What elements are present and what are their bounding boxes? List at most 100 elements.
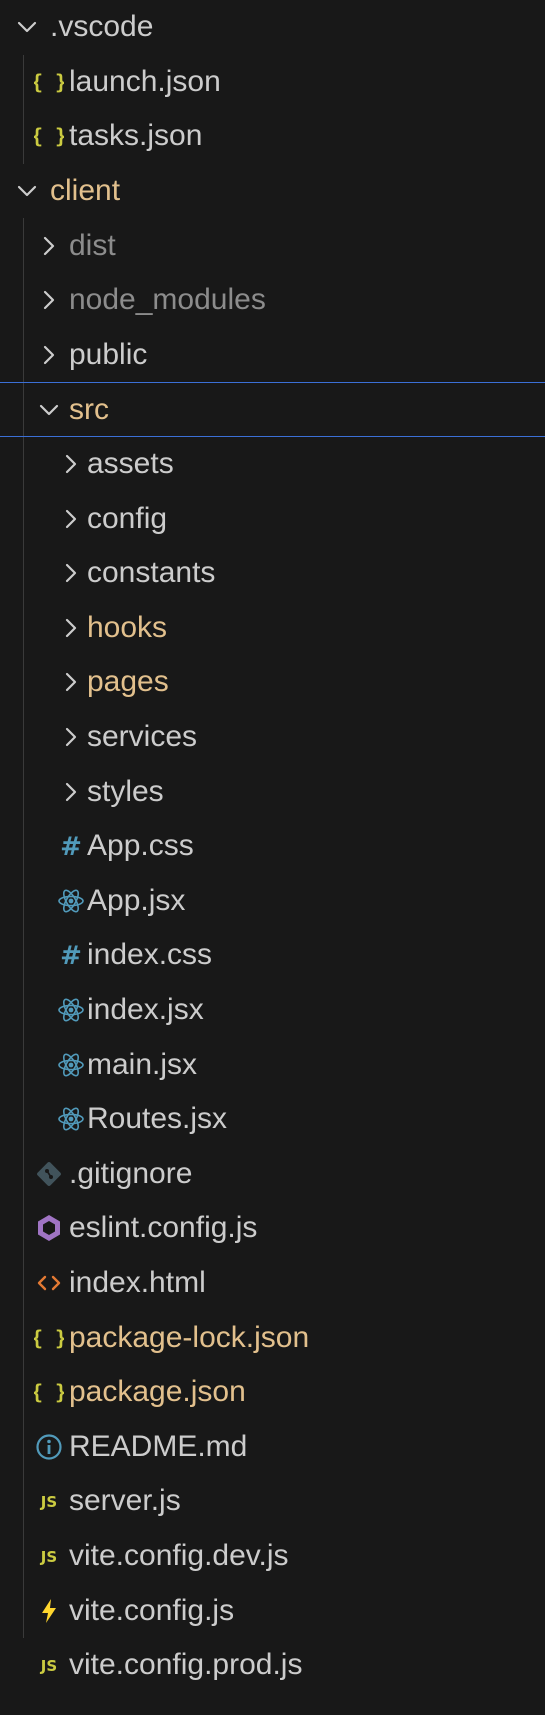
tree-item-vite-config-prod-js[interactable]: JS vite.config.prod.js bbox=[0, 1638, 545, 1693]
chevron-right-icon bbox=[56, 777, 86, 807]
json-braces-icon: { } bbox=[34, 121, 64, 151]
chevron-right-icon bbox=[56, 504, 86, 534]
tree-item-src[interactable]: src bbox=[0, 382, 545, 438]
tree-item-package-lock-json[interactable]: { }package-lock.json bbox=[0, 1310, 545, 1365]
tree-item-gitignore[interactable]: .gitignore bbox=[0, 1147, 545, 1202]
tree-item-label: .gitignore bbox=[69, 1156, 193, 1190]
svg-text:{ }: { } bbox=[34, 1380, 64, 1404]
tree-item-label: vite.config.dev.js bbox=[69, 1539, 289, 1573]
tree-item-client[interactable]: client bbox=[0, 164, 545, 219]
css-hash-icon: # bbox=[56, 940, 86, 970]
tree-item-node-modules[interactable]: node_modules bbox=[0, 273, 545, 328]
tree-item-routes-jsx[interactable]: Routes.jsx bbox=[0, 1092, 545, 1147]
tree-item-assets[interactable]: assets bbox=[0, 437, 545, 492]
vite-bolt-icon bbox=[34, 1596, 64, 1626]
tree-item-label: index.jsx bbox=[87, 993, 204, 1027]
chevron-right-icon bbox=[34, 340, 64, 370]
eslint-hexagon-icon bbox=[34, 1213, 64, 1243]
react-atom-icon bbox=[56, 995, 86, 1025]
git-diamond-icon bbox=[34, 1159, 64, 1189]
chevron-right-icon bbox=[56, 667, 86, 697]
tree-item-label: styles bbox=[87, 774, 164, 808]
tree-item-label: server.js bbox=[69, 1484, 181, 1518]
tree-item-styles[interactable]: styles bbox=[0, 764, 545, 819]
html-brackets-icon bbox=[34, 1268, 64, 1298]
svg-text:{ }: { } bbox=[34, 70, 64, 94]
tree-item-label: .vscode bbox=[50, 10, 154, 44]
tree-item-dist[interactable]: dist bbox=[0, 218, 545, 273]
tree-item-label: package-lock.json bbox=[69, 1320, 310, 1354]
svg-text:#: # bbox=[60, 832, 82, 861]
tree-item-label: constants bbox=[87, 556, 216, 590]
tree-item-label: eslint.config.js bbox=[69, 1211, 258, 1245]
tree-item-constants[interactable]: constants bbox=[0, 546, 545, 601]
tree-item-label: services bbox=[87, 720, 198, 754]
tree-item-label: assets bbox=[87, 447, 174, 481]
tree-item-label: node_modules bbox=[69, 283, 266, 317]
chevron-right-icon bbox=[56, 558, 86, 588]
tree-item-label: App.css bbox=[87, 829, 194, 863]
tree-item-package-json[interactable]: { }package.json bbox=[0, 1365, 545, 1420]
json-braces-icon: { } bbox=[34, 1377, 64, 1407]
tree-item-hooks[interactable]: hooks bbox=[0, 601, 545, 656]
react-atom-icon bbox=[56, 1104, 86, 1134]
tree-item-vite-config-dev-js[interactable]: JS vite.config.dev.js bbox=[0, 1529, 545, 1584]
svg-text:JS: JS bbox=[40, 1493, 57, 1511]
chevron-down-icon bbox=[34, 395, 64, 425]
tree-item-label: App.jsx bbox=[87, 883, 186, 917]
tree-item-vite-config-js[interactable]: vite.config.js bbox=[0, 1583, 545, 1638]
file-explorer-tree: .vscode{ }launch.json{ }tasks.jsonclient… bbox=[0, 0, 545, 1715]
chevron-right-icon bbox=[56, 613, 86, 643]
tree-item-main-jsx[interactable]: main.jsx bbox=[0, 1037, 545, 1092]
svg-text:#: # bbox=[60, 941, 82, 970]
tree-item-label: index.css bbox=[87, 938, 213, 972]
tree-item-launch-json[interactable]: { }launch.json bbox=[0, 55, 545, 110]
svg-text:{ }: { } bbox=[34, 1326, 64, 1350]
tree-item-label: client bbox=[50, 174, 121, 208]
tree-item-index-css[interactable]: # index.css bbox=[0, 928, 545, 983]
tree-item-public[interactable]: public bbox=[0, 328, 545, 383]
tree-item-vscode[interactable]: .vscode bbox=[0, 0, 545, 55]
tree-item-label: tasks.json bbox=[69, 119, 203, 153]
tree-item-config[interactable]: config bbox=[0, 491, 545, 546]
tree-item-label: index.html bbox=[69, 1266, 206, 1300]
tree-item-label: Routes.jsx bbox=[87, 1102, 228, 1136]
tree-item-label: dist bbox=[69, 228, 116, 262]
chevron-right-icon bbox=[56, 722, 86, 752]
tree-item-pages[interactable]: pages bbox=[0, 655, 545, 710]
tree-item-tasks-json[interactable]: { }tasks.json bbox=[0, 109, 545, 164]
tree-item-label: vite.config.js bbox=[69, 1593, 235, 1627]
tree-item-services[interactable]: services bbox=[0, 710, 545, 765]
tree-item-label: public bbox=[69, 337, 148, 371]
json-braces-icon: { } bbox=[34, 67, 64, 97]
chevron-right-icon bbox=[34, 231, 64, 261]
tree-item-label: main.jsx bbox=[87, 1047, 198, 1081]
css-hash-icon: # bbox=[56, 831, 86, 861]
svg-text:JS: JS bbox=[40, 1548, 57, 1566]
javascript-js-icon: JS bbox=[34, 1541, 64, 1571]
tree-item-server-js[interactable]: JS server.js bbox=[0, 1474, 545, 1529]
info-circle-icon bbox=[34, 1432, 64, 1462]
tree-item-app-jsx[interactable]: App.jsx bbox=[0, 874, 545, 929]
react-atom-icon bbox=[56, 886, 86, 916]
tree-item-label: vite.config.prod.js bbox=[69, 1648, 303, 1682]
tree-item-eslint-config-js[interactable]: eslint.config.js bbox=[0, 1201, 545, 1256]
svg-text:JS: JS bbox=[40, 1657, 57, 1675]
tree-item-index-jsx[interactable]: index.jsx bbox=[0, 983, 545, 1038]
tree-item-label: package.json bbox=[69, 1375, 246, 1409]
chevron-down-icon bbox=[12, 12, 42, 42]
svg-text:{ }: { } bbox=[34, 124, 64, 148]
tree-item-readme-md[interactable]: README.md bbox=[0, 1420, 545, 1475]
tree-item-label: hooks bbox=[87, 610, 168, 644]
tree-item-label: launch.json bbox=[69, 64, 221, 98]
tree-item-label: pages bbox=[87, 665, 169, 699]
tree-item-label: src bbox=[69, 393, 109, 427]
chevron-right-icon bbox=[34, 285, 64, 315]
chevron-down-icon bbox=[12, 176, 42, 206]
javascript-js-icon: JS bbox=[34, 1486, 64, 1516]
react-atom-icon bbox=[56, 1050, 86, 1080]
javascript-js-icon: JS bbox=[34, 1650, 64, 1680]
tree-item-label: config bbox=[87, 501, 168, 535]
tree-item-index-html[interactable]: index.html bbox=[0, 1256, 545, 1311]
tree-item-app-css[interactable]: # App.css bbox=[0, 819, 545, 874]
